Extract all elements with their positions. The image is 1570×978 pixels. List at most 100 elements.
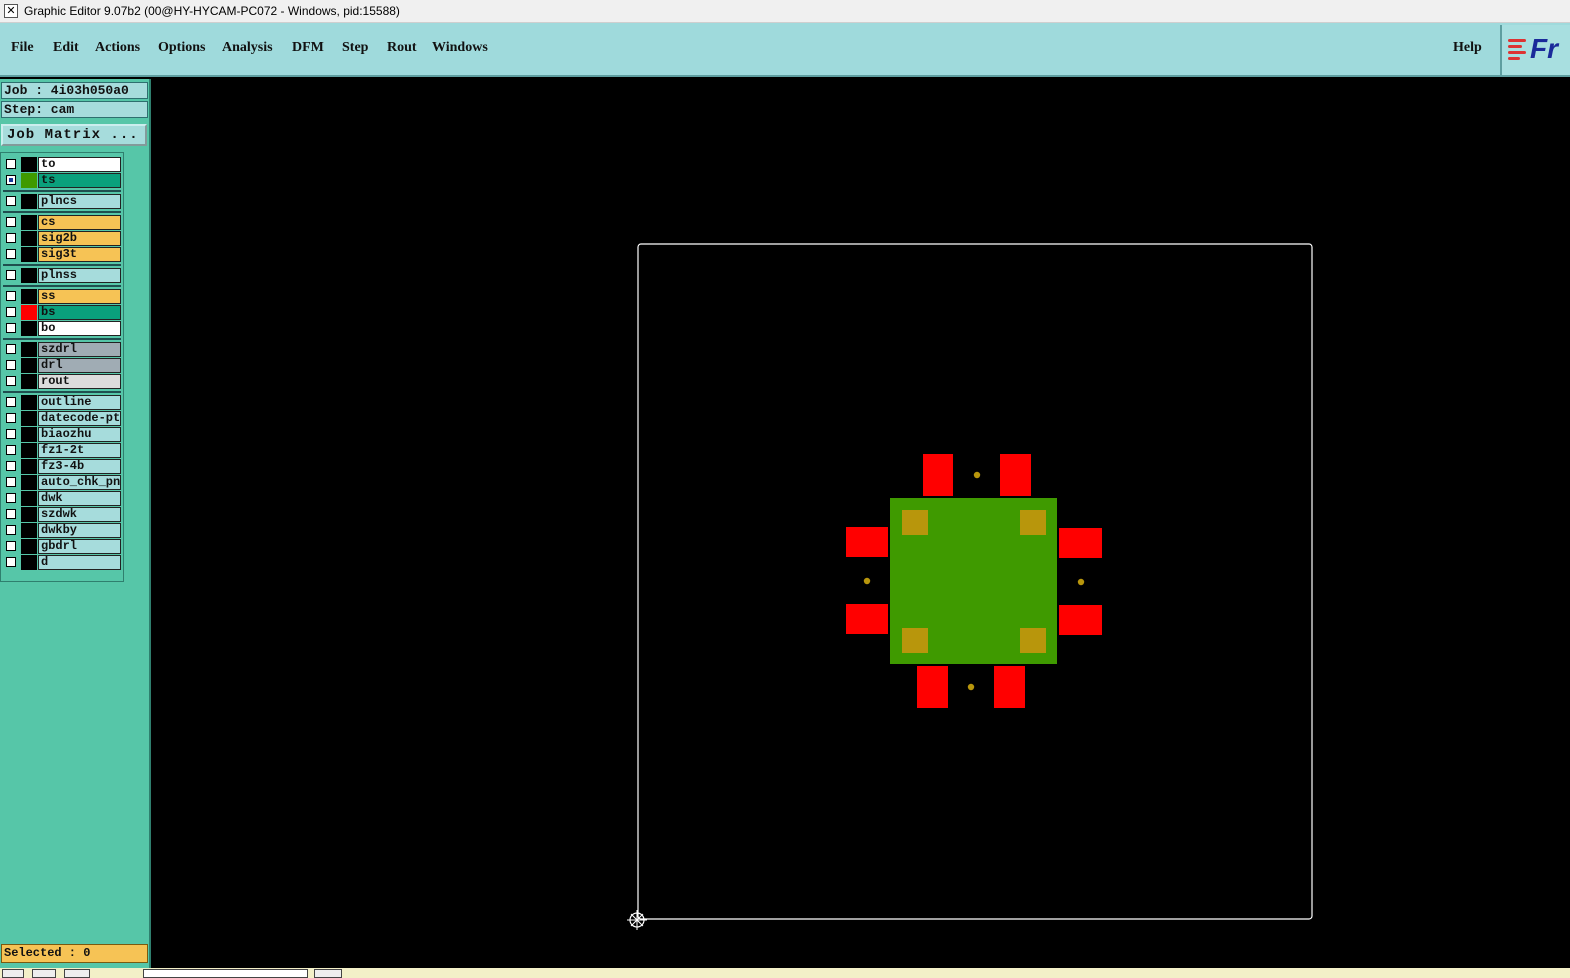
x-window-icon[interactable]: ✕ [4, 4, 18, 18]
layer-color-swatch[interactable] [21, 289, 37, 304]
layer-checkbox[interactable] [6, 376, 16, 386]
layer-name[interactable]: auto_chk_pnl [38, 475, 121, 490]
layer-color-swatch[interactable] [21, 247, 37, 262]
menu-help[interactable]: Help [1453, 40, 1482, 56]
job-matrix-button[interactable]: Job Matrix ... [1, 124, 147, 146]
layer-color-swatch[interactable] [21, 539, 37, 554]
layer-name[interactable]: ts [38, 173, 121, 188]
layer-row-sig2b[interactable]: sig2b [3, 231, 121, 246]
layer-checkbox[interactable] [6, 541, 16, 551]
layer-color-swatch[interactable] [21, 321, 37, 336]
menu-options[interactable]: Options [158, 40, 205, 56]
layer-name[interactable]: bo [38, 321, 121, 336]
menu-dfm[interactable]: DFM [292, 40, 324, 56]
layer-color-swatch[interactable] [21, 215, 37, 230]
layer-checkbox[interactable] [6, 360, 16, 370]
menu-file[interactable]: File [11, 40, 34, 56]
layer-checkbox[interactable] [6, 445, 16, 455]
layer-color-swatch[interactable] [21, 374, 37, 389]
layer-row-cs[interactable]: cs [3, 215, 121, 230]
layer-color-swatch[interactable] [21, 305, 37, 320]
layer-checkbox[interactable] [6, 270, 16, 280]
layer-row-biaozhu[interactable]: biaozhu [3, 427, 121, 442]
layer-name[interactable]: biaozhu [38, 427, 121, 442]
layer-checkbox[interactable] [6, 413, 16, 423]
layer-color-swatch[interactable] [21, 157, 37, 172]
layer-checkbox[interactable] [6, 291, 16, 301]
layer-row-bs[interactable]: bs [3, 305, 121, 320]
layer-name[interactable]: szdwk [38, 507, 121, 522]
layer-color-swatch[interactable] [21, 427, 37, 442]
layer-row-outline[interactable]: outline [3, 395, 121, 410]
layer-checkbox[interactable] [6, 557, 16, 567]
layer-checkbox[interactable] [6, 233, 16, 243]
layer-row-d[interactable]: d [3, 555, 121, 570]
layer-color-swatch[interactable] [21, 523, 37, 538]
layer-row-szdrl[interactable]: szdrl [3, 342, 121, 357]
layer-color-swatch[interactable] [21, 268, 37, 283]
layer-name[interactable]: dwkby [38, 523, 121, 538]
layer-color-swatch[interactable] [21, 411, 37, 426]
layer-color-swatch[interactable] [21, 459, 37, 474]
layer-row-dwkby[interactable]: dwkby [3, 523, 121, 538]
layer-name[interactable]: to [38, 157, 121, 172]
layer-checkbox[interactable] [6, 493, 16, 503]
menu-windows[interactable]: Windows [432, 40, 488, 56]
layer-name[interactable]: plnss [38, 268, 121, 283]
layer-checkbox[interactable] [6, 429, 16, 439]
layer-color-swatch[interactable] [21, 395, 37, 410]
layer-checkbox[interactable] [6, 525, 16, 535]
layer-row-szdwk[interactable]: szdwk [3, 507, 121, 522]
status-box[interactable] [64, 969, 90, 978]
layer-row-plncs[interactable]: plncs [3, 194, 121, 209]
layer-checkbox[interactable] [6, 307, 16, 317]
layer-checkbox[interactable] [6, 344, 16, 354]
layer-color-swatch[interactable] [21, 342, 37, 357]
layer-row-fz3-4b[interactable]: fz3-4b [3, 459, 121, 474]
layer-name[interactable]: sig2b [38, 231, 121, 246]
layer-name[interactable]: gbdrl [38, 539, 121, 554]
layer-row-fz1-2t[interactable]: fz1-2t [3, 443, 121, 458]
layer-row-datecode-pte[interactable]: datecode-pte [3, 411, 121, 426]
layer-name[interactable]: bs [38, 305, 121, 320]
layer-name[interactable]: szdrl [38, 342, 121, 357]
layer-color-swatch[interactable] [21, 491, 37, 506]
layer-row-plnss[interactable]: plnss [3, 268, 121, 283]
layer-name[interactable]: fz1-2t [38, 443, 121, 458]
menu-edit[interactable]: Edit [53, 40, 79, 56]
layer-name[interactable]: ss [38, 289, 121, 304]
layer-color-swatch[interactable] [21, 358, 37, 373]
layer-checkbox[interactable] [6, 175, 16, 185]
layer-row-dwk[interactable]: dwk [3, 491, 121, 506]
layer-name[interactable]: dwk [38, 491, 121, 506]
layer-name[interactable]: d [38, 555, 121, 570]
status-box[interactable] [2, 969, 24, 978]
layer-name[interactable]: sig3t [38, 247, 121, 262]
layer-color-swatch[interactable] [21, 555, 37, 570]
menu-analysis[interactable]: Analysis [222, 40, 273, 56]
layer-checkbox[interactable] [6, 509, 16, 519]
layer-checkbox[interactable] [6, 159, 16, 169]
graphic-canvas[interactable] [151, 79, 1570, 968]
layer-name[interactable]: fz3-4b [38, 459, 121, 474]
layer-checkbox[interactable] [6, 461, 16, 471]
layer-row-to[interactable]: to [3, 157, 121, 172]
layer-color-swatch[interactable] [21, 443, 37, 458]
layer-color-swatch[interactable] [21, 475, 37, 490]
status-box[interactable] [32, 969, 56, 978]
layer-row-gbdrl[interactable]: gbdrl [3, 539, 121, 554]
layer-color-swatch[interactable] [21, 173, 37, 188]
layer-row-auto_chk_pnl[interactable]: auto_chk_pnl [3, 475, 121, 490]
layer-checkbox[interactable] [6, 217, 16, 227]
layer-row-ts[interactable]: ts [3, 173, 121, 188]
layer-name[interactable]: outline [38, 395, 121, 410]
layer-name[interactable]: drl [38, 358, 121, 373]
layer-checkbox[interactable] [6, 323, 16, 333]
layer-name[interactable]: rout [38, 374, 121, 389]
menu-rout[interactable]: Rout [387, 40, 417, 56]
layer-checkbox[interactable] [6, 249, 16, 259]
menu-step[interactable]: Step [342, 40, 368, 56]
layer-row-sig3t[interactable]: sig3t [3, 247, 121, 262]
layer-row-rout[interactable]: rout [3, 374, 121, 389]
layer-checkbox[interactable] [6, 477, 16, 487]
